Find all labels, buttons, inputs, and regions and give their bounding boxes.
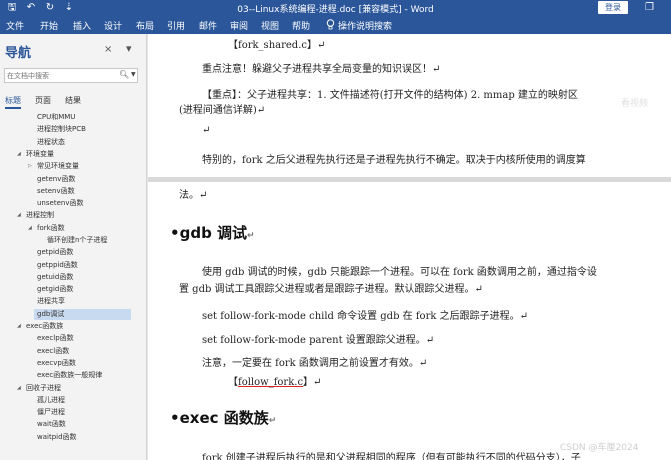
doc-line: 【follow_fork.c】↵ xyxy=(228,377,322,388)
tab-home[interactable]: 开始 xyxy=(40,19,58,32)
tab-review[interactable]: 审阅 xyxy=(230,19,248,32)
search-icon[interactable]: 🔍︎ xyxy=(119,70,129,79)
doc-line: 法。↵ xyxy=(179,190,208,201)
nav-heading-item[interactable]: 进程控制块PCB xyxy=(37,124,86,135)
nav-heading-item[interactable]: ◢ exec函数族 xyxy=(17,321,63,332)
expand-toggle-icon[interactable]: ◢ xyxy=(17,321,21,332)
nav-heading-item[interactable]: execvp函数 xyxy=(37,358,76,369)
nav-heading-item[interactable]: exec函数族一般规律 xyxy=(37,370,102,381)
nav-heading-item[interactable]: 僵尸进程 xyxy=(37,407,65,418)
nav-heading-item[interactable]: ▷ 常见环境变量 xyxy=(28,161,79,172)
doc-line: 注意，一定要在 fork 函数调用之前设置才有效。↵ xyxy=(202,358,428,369)
nav-heading-item[interactable]: ◢ 回收子进程 xyxy=(17,383,61,394)
nav-heading-item[interactable]: 循环创建n个子进程 xyxy=(47,235,107,246)
nav-heading-item[interactable]: unsetenv函数 xyxy=(37,198,83,209)
doc-line: 【重点】：父子进程共享：1. 文件描述符(打开文件的结构体) 2. mmap 建… xyxy=(202,90,578,101)
tab-pages[interactable]: 页面 xyxy=(35,95,51,106)
nav-heading-item[interactable]: CPU和MMU xyxy=(37,112,75,123)
expand-toggle-icon[interactable]: ◢ xyxy=(28,223,32,234)
chevron-down-icon[interactable]: ▼ xyxy=(131,71,136,78)
nav-search-input[interactable] xyxy=(7,70,115,81)
tab-headings[interactable]: 标题 xyxy=(5,95,21,109)
nav-heading-item[interactable]: setenv函数 xyxy=(37,186,75,197)
tab-view[interactable]: 视图 xyxy=(261,19,279,32)
lightbulb-icon xyxy=(326,19,335,30)
tab-results[interactable]: 结果 xyxy=(65,95,81,106)
title-bar: 🖫 ↶ ↻ ⇣ 03--Linux系统编程-进程.doc [兼容模式] - Wo… xyxy=(0,0,671,17)
doc-line: 重点注意！躲避父子进程共享全局变量的知识误区！↵ xyxy=(202,64,441,75)
tab-layout[interactable]: 布局 xyxy=(136,19,154,32)
nav-heading-item[interactable]: waitpid函数 xyxy=(37,432,77,443)
doc-line: fork 创建子进程后执行的是和父进程相同的程序（但有可能执行不同的代码分支），… xyxy=(202,453,581,460)
bullet-icon: • xyxy=(170,224,180,242)
close-icon[interactable]: × xyxy=(104,44,112,55)
login-button[interactable]: 登录 xyxy=(598,1,628,14)
expand-toggle-icon[interactable]: ◢ xyxy=(17,383,21,394)
tell-me-search[interactable]: 操作说明搜索 xyxy=(326,19,392,32)
csdn-watermark: CSDN @车厘2024 xyxy=(560,443,639,453)
nav-heading-item[interactable]: 孤儿进程 xyxy=(37,395,65,406)
doc-line: (进程间通信详解)↵ xyxy=(179,105,266,116)
doc-line: 特别的，fork 之后父进程先执行还是子进程先执行不确定。取决于内核所使用的调度… xyxy=(202,155,586,166)
window-title: 03--Linux系统编程-进程.doc [兼容模式] - Word xyxy=(237,5,434,15)
tab-help[interactable]: 帮助 xyxy=(292,19,310,32)
expand-toggle-icon[interactable]: ▷ xyxy=(28,161,32,172)
heading-gdb: •gdb 调试↵ xyxy=(170,224,255,242)
expand-toggle-icon[interactable]: ◢ xyxy=(17,210,21,221)
nav-heading-item[interactable]: ◢ fork函数 xyxy=(28,223,65,234)
heading-exec: •exec 函数族↵ xyxy=(170,409,277,427)
doc-line: 【fork_shared.c】↵ xyxy=(228,40,326,51)
paragraph-mark: ↵ xyxy=(202,125,211,136)
ribbon-display-options-icon[interactable]: ❐ xyxy=(645,2,654,13)
nav-heading-item-selected[interactable]: gdb调试 xyxy=(34,309,131,320)
nav-heading-item[interactable]: ◢ 环境变量 xyxy=(17,149,54,160)
tell-me-label: 操作说明搜索 xyxy=(338,22,393,32)
page-break xyxy=(148,177,671,182)
doc-line: 置 gdb 调试工具跟踪父进程或者是跟踪子进程。默认跟踪父进程。↵ xyxy=(179,284,483,295)
watermark: 看视频 xyxy=(621,99,649,109)
doc-line: set follow-fork-mode child 命令设置 gdb 在 fo… xyxy=(202,311,528,322)
nav-title: 导航 xyxy=(5,46,32,61)
tab-mailings[interactable]: 邮件 xyxy=(199,19,217,32)
tab-file[interactable]: 文件 xyxy=(6,19,24,32)
ribbon-tabs: 文件 开始 插入 设计 布局 引用 邮件 审阅 视图 帮助 操作说明搜索 xyxy=(0,17,671,34)
doc-line: 使用 gdb 调试的时候，gdb 只能跟踪一个进程。可以在 fork 函数调用之… xyxy=(202,267,597,278)
nav-heading-item[interactable]: getenv函数 xyxy=(37,174,75,185)
nav-heading-item[interactable]: 进程状态 xyxy=(37,137,65,148)
expand-toggle-icon[interactable]: ◢ xyxy=(17,149,21,160)
nav-heading-item[interactable]: execl函数 xyxy=(37,346,69,357)
tab-insert[interactable]: 插入 xyxy=(73,19,91,32)
tab-references[interactable]: 引用 xyxy=(167,19,185,32)
nav-search-box: 🔍︎ ▼ xyxy=(4,68,138,83)
nav-heading-item[interactable]: ◢ 进程控制 xyxy=(17,210,54,221)
bullet-icon: • xyxy=(170,409,180,427)
doc-line: set follow-fork-mode parent 设置跟踪父进程。↵ xyxy=(202,335,435,346)
tab-design[interactable]: 设计 xyxy=(104,19,122,32)
nav-heading-item[interactable]: getpid函数 xyxy=(37,247,73,258)
nav-heading-item[interactable]: wait函数 xyxy=(37,419,66,430)
spelling-underlined-text: follow_fork.c xyxy=(238,377,304,388)
pane-options-icon[interactable]: ▾ xyxy=(126,42,132,55)
nav-heading-item[interactable]: execlp函数 xyxy=(37,333,74,344)
document-canvas[interactable]: 【fork_shared.c】↵ 重点注意！躲避父子进程共享全局变量的知识误区！… xyxy=(148,34,671,460)
nav-heading-item[interactable]: getppid函数 xyxy=(37,260,78,271)
nav-heading-item[interactable]: 进程共享 xyxy=(37,296,65,307)
nav-heading-item[interactable]: getuid函数 xyxy=(37,272,73,283)
navigation-pane: 导航 × ▾ 🔍︎ ▼ 标题 页面 结果 CPU和MMU 进程控制块PCB 进程… xyxy=(0,34,147,460)
nav-heading-item[interactable]: getgid函数 xyxy=(37,284,73,295)
